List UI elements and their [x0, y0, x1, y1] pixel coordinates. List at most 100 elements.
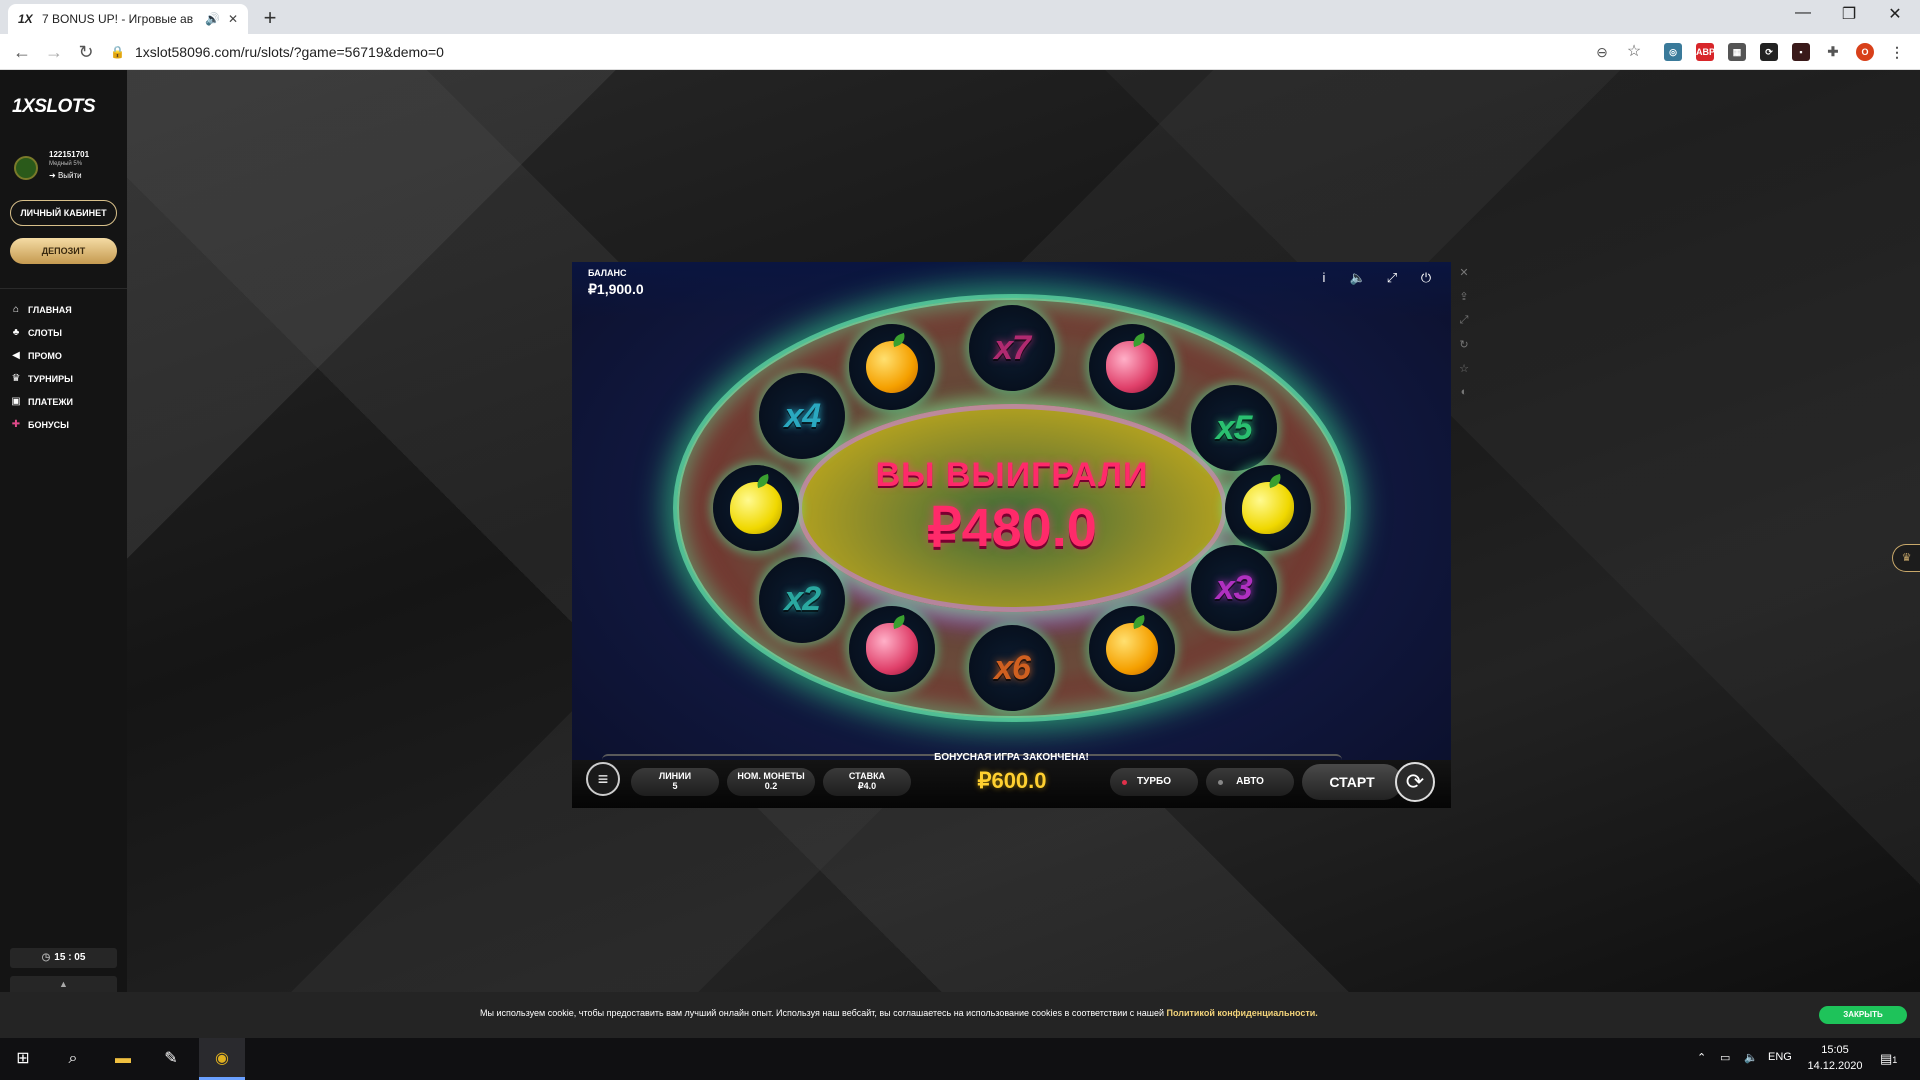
orange-icon	[1106, 623, 1159, 676]
coin-label: НОМ. МОНЕТЫ	[737, 771, 805, 781]
lock-icon[interactable]: 🔒	[110, 45, 125, 59]
expand-icon[interactable]: ⤢	[1457, 314, 1471, 327]
restore-button[interactable]: ❐	[1826, 4, 1872, 24]
toggle-icon[interactable]: ◐	[1457, 386, 1471, 398]
reload-button[interactable]: ↻	[74, 40, 98, 64]
deposit-button[interactable]: ДЕПОЗИТ	[10, 238, 117, 264]
sidebar-divider	[0, 288, 127, 289]
cookie-text: Мы используем cookie, чтобы предоставить…	[480, 1008, 1318, 1018]
extension-icon[interactable]: ◎	[1664, 43, 1682, 61]
dark-extension-icon[interactable]: ▪	[1792, 43, 1810, 61]
scroll-up-button[interactable]: ▲	[10, 976, 117, 992]
refresh-icon[interactable]: ↻	[1457, 338, 1471, 351]
privacy-policy-link[interactable]: Политикой конфиденциальности.	[1167, 1008, 1318, 1018]
windows-start-icon[interactable]: ⊞	[10, 1046, 36, 1072]
user-id: 122151701	[49, 150, 90, 159]
url-text[interactable]: 1xslot58096.com/ru/slots/?game=56719&dem…	[135, 44, 444, 60]
sidebar-item-label: ПЛАТЕЖИ	[28, 396, 73, 407]
zoom-icon[interactable]: ⊖	[1590, 40, 1614, 64]
address-bar[interactable]: 🔒 1xslot58096.com/ru/slots/?game=56719&d…	[110, 38, 1650, 66]
adblock-icon[interactable]: ABP	[1696, 43, 1715, 61]
share-icon[interactable]: ⇪	[1457, 290, 1471, 303]
sidebar-item-bonuses[interactable]: ✚ БОНУСЫ	[10, 419, 69, 430]
lines-selector[interactable]: ЛИНИИ 5	[631, 768, 719, 796]
multiplier-cell: x4	[759, 373, 846, 460]
bet-selector[interactable]: СТАВКА ₽4.0	[823, 768, 911, 796]
slot-game-frame[interactable]: БАЛАНС ₽1,900.0 i 🔈 ⤢ ⏻ ВЫ ВЫИГРАЛИ ₽480…	[572, 262, 1451, 808]
spin-button[interactable]: ⟳	[1395, 762, 1435, 802]
berry-icon	[865, 623, 918, 676]
info-icon[interactable]: i	[1314, 270, 1334, 285]
favorite-star-icon[interactable]: ☆	[1457, 362, 1471, 375]
fruit-cell	[1089, 606, 1176, 693]
extensions-puzzle-icon[interactable]: ✚	[1824, 43, 1842, 61]
turbo-label: ТУРБО	[1137, 776, 1171, 787]
close-game-icon[interactable]: ✕	[1457, 266, 1471, 279]
sidebar-item-label: ТУРНИРЫ	[28, 373, 73, 384]
network-icon[interactable]: ▭	[1720, 1051, 1730, 1064]
sidebar-item-home[interactable]: ⌂ ГЛАВНАЯ	[10, 304, 72, 315]
turbo-indicator-icon	[1122, 780, 1127, 785]
audio-playing-icon[interactable]: 🔊	[205, 12, 220, 26]
coin-value-selector[interactable]: НОМ. МОНЕТЫ 0.2	[727, 768, 815, 796]
browser-tab[interactable]: 1X 7 BONUS UP! - Игровые ав 🔊 ✕	[8, 4, 248, 34]
sidebar-item-label: ГЛАВНАЯ	[28, 304, 72, 315]
start-button[interactable]: СТАРТ	[1302, 764, 1402, 800]
forward-button[interactable]: →	[42, 40, 66, 64]
megaphone-icon: ◀	[12, 350, 20, 361]
multiplier-label: x6	[994, 648, 1031, 687]
cookie-close-button[interactable]: ЗАКРЫТЬ	[1819, 1006, 1907, 1024]
notifications-icon[interactable]: ▤1	[1880, 1051, 1897, 1067]
fruit-cell	[848, 323, 935, 410]
lemon-icon	[1242, 482, 1294, 534]
browser-menu-icon[interactable]: ⋮	[1888, 43, 1906, 61]
tray-expand-icon[interactable]: ⌃	[1697, 1051, 1706, 1064]
minimize-button[interactable]: —	[1780, 4, 1826, 22]
sidebar-item-payments[interactable]: ▣ ПЛАТЕЖИ	[10, 396, 73, 407]
sidebar-item-tournaments[interactable]: ♛ ТУРНИРЫ	[10, 373, 73, 384]
sidebar-item-label: ПРОМО	[28, 350, 62, 361]
sidebar-item-slots[interactable]: ♣ СЛОТЫ	[10, 327, 62, 338]
sound-icon[interactable]: 🔈	[1348, 270, 1368, 286]
auto-label: АВТО	[1236, 776, 1264, 787]
search-icon[interactable]: ⌕	[60, 1046, 86, 1072]
logout-link[interactable]: ➜ Выйти	[49, 171, 82, 180]
power-icon[interactable]: ⏻	[1416, 270, 1436, 286]
back-button[interactable]: ←	[10, 40, 34, 64]
taskbar-date[interactable]: 14.12.2020	[1800, 1060, 1870, 1072]
berry-icon	[1106, 340, 1159, 393]
fullscreen-icon[interactable]: ⤢	[1382, 270, 1402, 286]
multiplier-cell: x6	[969, 625, 1055, 711]
multiplier-cell: x7	[969, 305, 1055, 391]
file-explorer-icon[interactable]: ▬	[110, 1046, 136, 1072]
turbo-toggle[interactable]: ТУРБО	[1110, 768, 1198, 796]
volume-icon[interactable]: 🔈	[1744, 1051, 1758, 1064]
site-logo[interactable]: 1XSLOTS	[12, 96, 96, 118]
cookie-banner: Мы используем cookie, чтобы предоставить…	[0, 992, 1920, 1038]
site-favicon-icon: 1X	[18, 12, 33, 26]
paint-app-icon[interactable]: ✎	[158, 1046, 184, 1072]
user-avatar[interactable]	[14, 156, 38, 180]
multiplier-label: x2	[784, 580, 821, 619]
bet-label: СТАВКА	[848, 771, 886, 781]
sync-extension-icon[interactable]: ⟳	[1760, 43, 1778, 61]
profile-avatar[interactable]: O	[1856, 43, 1874, 61]
language-indicator[interactable]: ENG	[1768, 1051, 1792, 1063]
close-window-button[interactable]: ✕	[1872, 4, 1918, 24]
orange-icon	[865, 340, 918, 393]
taskbar-time[interactable]: 15:05	[1808, 1044, 1862, 1056]
auto-indicator-icon	[1218, 780, 1223, 785]
bookmark-star-icon[interactable]: ☆	[1622, 40, 1646, 64]
fruit-cell	[713, 465, 799, 551]
logout-label[interactable]: Выйти	[58, 171, 82, 180]
chrome-icon[interactable]: ◉	[209, 1046, 235, 1072]
tournament-trophy-icon[interactable]: ♛	[1892, 544, 1920, 572]
auto-toggle[interactable]: АВТО	[1206, 768, 1294, 796]
new-tab-button[interactable]: +	[258, 5, 282, 31]
grid-extension-icon[interactable]: ▦	[1728, 43, 1746, 61]
game-menu-button[interactable]: ≡	[586, 762, 620, 796]
personal-cabinet-button[interactable]: ЛИЧНЫЙ КАБИНЕТ	[10, 200, 117, 226]
sidebar-item-promo[interactable]: ◀ ПРОМО	[10, 350, 62, 361]
lemon-icon	[730, 482, 782, 534]
close-tab-icon[interactable]: ✕	[228, 12, 238, 26]
